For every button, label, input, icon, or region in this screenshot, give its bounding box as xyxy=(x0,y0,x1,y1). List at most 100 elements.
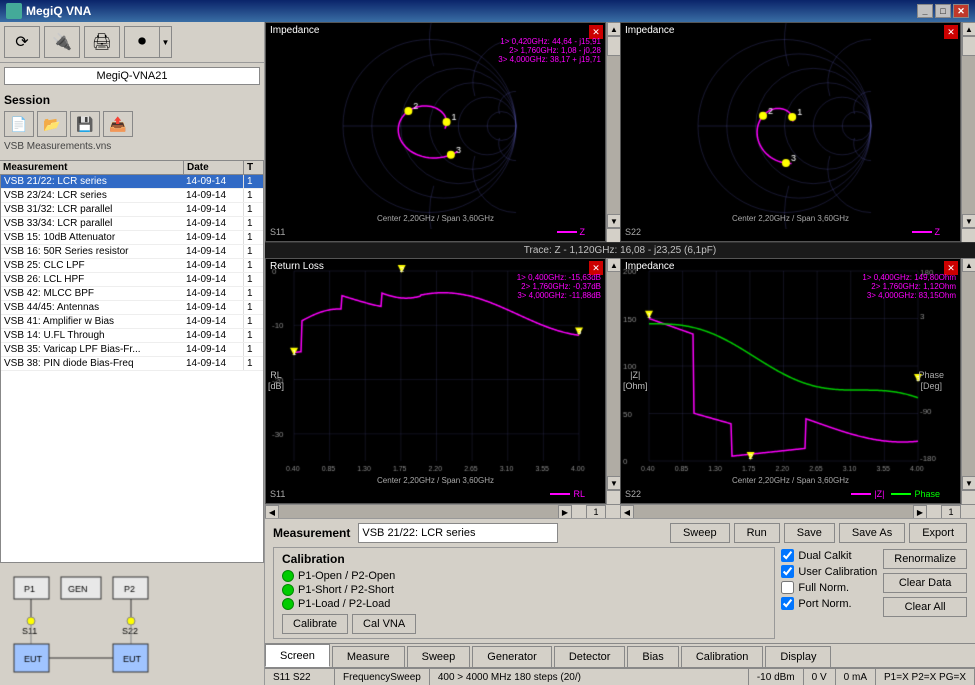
dual-calkit-checkbox[interactable] xyxy=(781,549,794,562)
scroll-down-btn-br[interactable]: ▼ xyxy=(962,476,975,490)
record-button[interactable]: ⏺ xyxy=(124,26,160,58)
save-as-button[interactable]: Save As xyxy=(839,523,905,543)
tab-display[interactable]: Display xyxy=(765,646,831,667)
graph-bottom-left: Return Loss ✕ 1> 0,400GHz: -15,63dB 2> 1… xyxy=(265,258,606,504)
cal-layout: Calibration P1-Open / P2-Open P1-Short /… xyxy=(273,547,967,639)
graph-tr-scrollbar-v[interactable]: ▲ ▼ xyxy=(961,22,975,242)
h-scrollbar-left[interactable]: ◀ ▶ 1 xyxy=(265,504,620,518)
graph-bl-title: Return Loss xyxy=(270,261,324,272)
scroll-up-btn-bl[interactable]: ▲ xyxy=(607,258,621,272)
status-sweep-type: FrequencySweep xyxy=(335,669,430,685)
scroll-thumb-tr[interactable] xyxy=(962,36,975,56)
vna-diagram xyxy=(6,569,156,679)
full-norm-checkbox[interactable] xyxy=(781,581,794,594)
h-scrollbar-right[interactable]: ◀ ▶ 1 xyxy=(620,504,975,518)
cal-label-1: P1-Short / P2-Short xyxy=(298,584,394,596)
list-item[interactable]: VSB 38: PIN diode Bias-Freq14-09-141 xyxy=(1,357,263,371)
clear-data-button[interactable]: Clear Data xyxy=(883,573,967,593)
open-session-button[interactable]: 📂 xyxy=(37,111,67,137)
tab-detector[interactable]: Detector xyxy=(554,646,626,667)
sweep-button[interactable]: Sweep xyxy=(670,523,730,543)
list-item[interactable]: VSB 14: U.FL Through14-09-141 xyxy=(1,329,263,343)
back-button[interactable]: ⟳ xyxy=(4,26,40,58)
list-item[interactable]: VSB 16: 50R Series resistor14-09-141 xyxy=(1,245,263,259)
session-filename: VSB Measurements.vns xyxy=(4,141,260,152)
graph-top-left-wrapper: Impedance ✕ 1> 0,420GHz: 44,64 - j15,91 … xyxy=(265,22,620,242)
scroll-track-h-tr xyxy=(634,505,913,518)
tab-calibration[interactable]: Calibration xyxy=(681,646,764,667)
new-session-button[interactable]: 📄 xyxy=(4,111,34,137)
cal-indicator-0 xyxy=(282,570,294,582)
tab-bias[interactable]: Bias xyxy=(627,646,678,667)
connect-button[interactable]: 🔌 xyxy=(44,26,80,58)
user-cal-item: User Calibration xyxy=(781,565,877,578)
measurement-list[interactable]: VSB 21/22: LCR series14-09-141VSB 23/24:… xyxy=(0,175,264,563)
minimize-button[interactable]: _ xyxy=(917,4,933,18)
save-button[interactable]: Save xyxy=(784,523,835,543)
list-item[interactable]: VSB 41: Amplifier w Bias14-09-141 xyxy=(1,315,263,329)
cal-indicator-1 xyxy=(282,584,294,596)
scroll-down-btn-tr[interactable]: ▼ xyxy=(962,214,975,228)
page-num-tl: 1 xyxy=(586,505,606,519)
list-item[interactable]: VSB 31/32: LCR parallel14-09-141 xyxy=(1,203,263,217)
scroll-thumb[interactable] xyxy=(607,36,621,56)
scroll-up-btn[interactable]: ▲ xyxy=(607,22,621,36)
graph-br-ylabel: |Z|[Ohm] xyxy=(623,370,648,392)
list-item[interactable]: VSB 35: Varicap LPF Bias-Fr...14-09-141 xyxy=(1,343,263,357)
list-item[interactable]: VSB 21/22: LCR series14-09-141 xyxy=(1,175,263,189)
measurement-section-title: Measurement xyxy=(273,526,350,540)
calibrate-button[interactable]: Calibrate xyxy=(282,614,348,634)
cal-vna-button[interactable]: Cal VNA xyxy=(352,614,416,634)
full-norm-label: Full Norm. xyxy=(798,582,849,594)
scroll-left-tr[interactable]: ◀ xyxy=(620,505,634,519)
scroll-right-tr[interactable]: ▶ xyxy=(913,505,927,519)
scroll-down-btn[interactable]: ▼ xyxy=(607,214,621,228)
graph-bl-scrollbar-v[interactable]: ▲ ▼ xyxy=(606,258,620,504)
list-item[interactable]: VSB 23/24: LCR series14-09-141 xyxy=(1,189,263,203)
tab-screen[interactable]: Screen xyxy=(265,644,330,667)
export-button[interactable]: Export xyxy=(909,523,967,543)
close-button[interactable]: ✕ xyxy=(953,4,969,18)
top-row: Impedance ✕ 1> 0,420GHz: 44,64 - j15,91 … xyxy=(265,22,975,242)
session-buttons: 📄 📂 💾 📤 xyxy=(4,111,260,137)
scroll-up-btn-br[interactable]: ▲ xyxy=(962,258,975,272)
renormalize-button[interactable]: Renormalize xyxy=(883,549,967,569)
save-session-button[interactable]: 💾 xyxy=(70,111,100,137)
list-item[interactable]: VSB 44/45: Antennas14-09-141 xyxy=(1,301,263,315)
list-item[interactable]: VSB 33/34: LCR parallel14-09-141 xyxy=(1,217,263,231)
print-button[interactable]: 🖨 xyxy=(84,26,120,58)
tab-generator[interactable]: Generator xyxy=(472,646,552,667)
graph-bottom-right: Impedance ✕ 1> 0,400GHz: 149,80Ohm 2> 1,… xyxy=(620,258,961,504)
graph-br-scrollbar-v[interactable]: ▲ ▼ xyxy=(961,258,975,504)
tab-measure[interactable]: Measure xyxy=(332,646,405,667)
graph-bl-center-label: Center 2,20GHz / Span 3,60GHz xyxy=(377,476,494,485)
tab-sweep[interactable]: Sweep xyxy=(407,646,471,667)
scroll-up-btn-tr[interactable]: ▲ xyxy=(962,22,975,36)
export-session-button[interactable]: 📤 xyxy=(103,111,133,137)
main-layout: ⟳ 🔌 🖨 ⏺ ▼ MegiQ-VNA21 Session 📄 📂 💾 📤 VS… xyxy=(0,22,975,685)
clear-all-button[interactable]: Clear All xyxy=(883,597,967,617)
graph-br-trace-label2: Phase xyxy=(914,489,940,499)
port-norm-label: Port Norm. xyxy=(798,598,851,610)
control-row1: Measurement Sweep Run Save Save As Expor… xyxy=(273,523,967,543)
list-item[interactable]: VSB 26: LCL HPF14-09-141 xyxy=(1,273,263,287)
run-button[interactable]: Run xyxy=(734,523,780,543)
scroll-left-tl[interactable]: ◀ xyxy=(265,505,279,519)
user-cal-checkbox[interactable] xyxy=(781,565,794,578)
list-item[interactable]: VSB 25: CLC LPF14-09-141 xyxy=(1,259,263,273)
graph-bl-port: S11 xyxy=(270,489,285,499)
scroll-down-btn-bl[interactable]: ▼ xyxy=(607,476,621,490)
graph-top-right: Impedance ✕ Center 2,20GHz / Span 3,60GH… xyxy=(620,22,961,242)
list-item[interactable]: VSB 42: MLCC BPF14-09-141 xyxy=(1,287,263,301)
graph-br-title: Impedance xyxy=(625,261,674,272)
record-dropdown[interactable]: ▼ xyxy=(160,26,172,58)
measurement-name-input[interactable] xyxy=(358,523,558,543)
maximize-button[interactable]: □ xyxy=(935,4,951,18)
list-item[interactable]: VSB 15: 10dB Attenuator14-09-141 xyxy=(1,231,263,245)
graph-tl-scrollbar-v[interactable]: ▲ ▼ xyxy=(606,22,620,242)
graph-tl-legend: Z xyxy=(557,227,586,237)
scroll-right-tl[interactable]: ▶ xyxy=(558,505,572,519)
port-norm-checkbox[interactable] xyxy=(781,597,794,610)
graph-tr-close[interactable]: ✕ xyxy=(944,25,958,39)
graph-tr-trace-label: Z xyxy=(935,227,941,237)
